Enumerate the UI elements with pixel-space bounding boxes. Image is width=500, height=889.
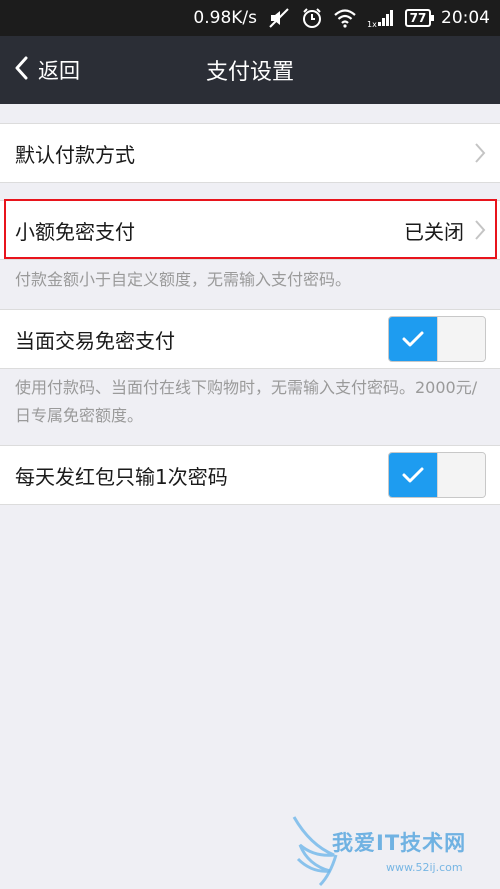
back-label: 返回 [38,59,80,83]
face-to-face-row: 当面交易免密支付 [0,309,500,369]
face-to-face-hint: 使用付款码、当面付在线下购物时，无需输入支付密码。2000元/日专属免密额度。 [15,378,478,425]
red-packet-label: 每天发红包只输1次密码 [15,464,228,489]
network-speed: 0.98K/s [193,8,257,28]
chevron-right-icon [474,142,486,164]
nav-bar: 返回 支付设置 [0,36,500,104]
watermark-url: www.52ij.com [386,861,463,874]
wifi-icon [333,8,357,28]
small-amount-status: 已关闭 [404,219,464,244]
toggle-knob [437,317,485,361]
wings-logo-icon [292,816,338,887]
clock: 20:04 [441,8,490,28]
face-to-face-label: 当面交易免密支付 [15,328,175,353]
checkmark-icon [402,467,424,483]
toggle-on-segment [389,453,437,497]
watermark-text: 我爱IT技术网 [332,831,467,855]
small-amount-hint: 付款金额小于自定义额度，无需输入支付密码。 [15,270,352,289]
toggle-knob [437,453,485,497]
mute-icon [267,7,291,29]
small-amount-row[interactable]: 小额免密支付 已关闭 [0,200,500,260]
toggle-on-segment [389,317,437,361]
red-packet-toggle[interactable] [388,452,486,498]
svg-text:1x: 1x [367,20,377,28]
status-bar: 0.98K/s 1x 77 20:04 [0,0,500,36]
watermark: 我爱IT技术网 www.52ij.com [290,815,495,887]
default-payment-row[interactable]: 默认付款方式 [0,123,500,183]
alarm-icon [301,7,323,29]
small-amount-label: 小额免密支付 [15,219,135,244]
signal-icon: 1x [367,8,395,28]
default-payment-label: 默认付款方式 [15,142,135,167]
back-button[interactable]: 返回 [14,36,80,104]
face-to-face-toggle[interactable] [388,316,486,362]
chevron-right-icon [474,219,486,241]
checkmark-icon [402,331,424,347]
chevron-left-icon [14,56,28,84]
red-packet-row: 每天发红包只输1次密码 [0,445,500,505]
battery-icon: 77 [405,9,434,27]
